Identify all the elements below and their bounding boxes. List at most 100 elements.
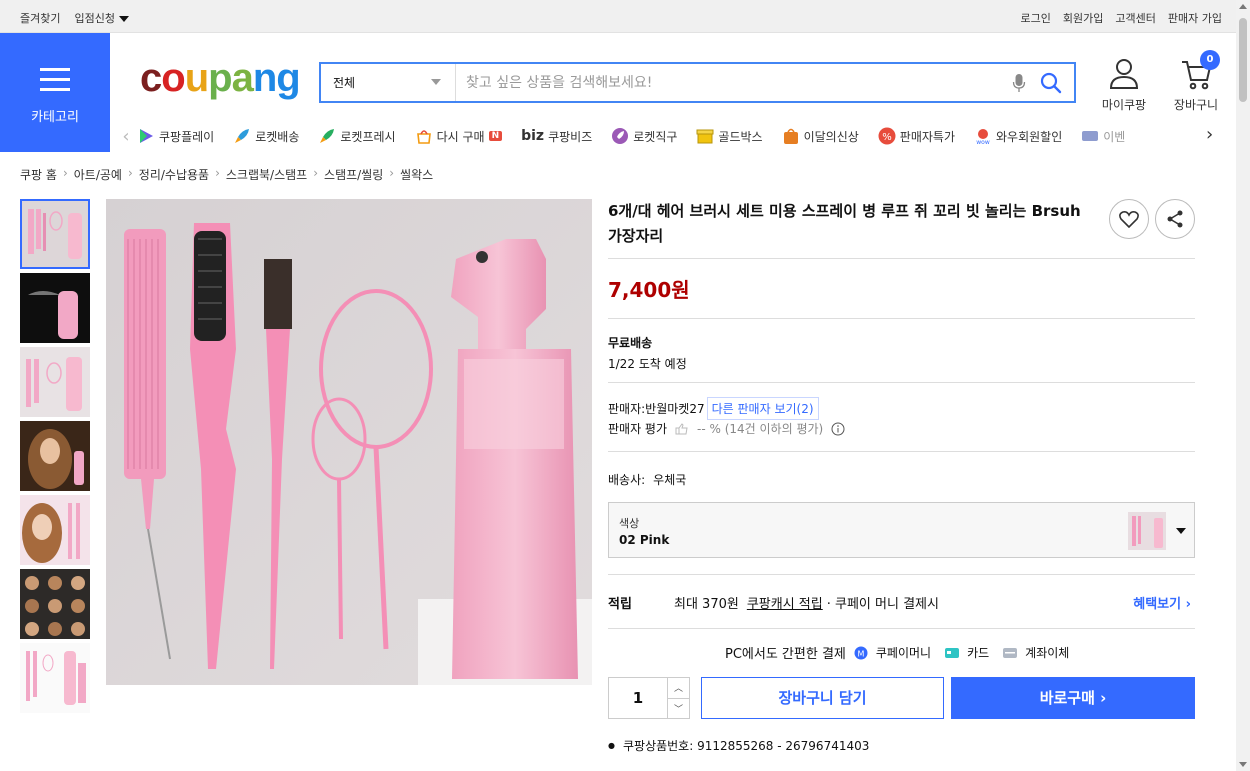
search-bar: 전체	[319, 62, 1076, 103]
breadcrumb-item[interactable]: 아트/공예	[74, 166, 122, 183]
new-bag-icon	[783, 128, 798, 144]
nav-item-label: 쿠팡플레이	[159, 129, 215, 144]
user-icon	[1109, 59, 1139, 89]
buy-now-button[interactable]: 바로구매 ›	[951, 677, 1195, 719]
nav-item-new-arrivals[interactable]: 이달의신상	[782, 127, 859, 145]
thumbnail-image[interactable]	[20, 421, 90, 491]
thumbnail-image[interactable]	[20, 273, 90, 343]
thumbnail-image[interactable]	[20, 643, 90, 713]
top-bar: 즐겨찾기 입점신청 로그인 회원가입 고객센터 판매자 가입	[0, 0, 1236, 33]
product-main-image[interactable]	[106, 199, 592, 685]
benefit-link[interactable]: 혜택보기 ›	[1133, 593, 1191, 612]
rebuy-icon	[416, 130, 431, 144]
search-category-select[interactable]: 전체	[321, 64, 456, 101]
page-scrollbar[interactable]	[1236, 0, 1250, 771]
microphone-icon[interactable]	[1012, 73, 1026, 93]
seller-rating-label: 판매자 평가	[608, 422, 668, 436]
nav-item-event[interactable]: 이벤	[1081, 127, 1125, 145]
thumbnail-image[interactable]	[20, 495, 90, 565]
login-link[interactable]: 로그인	[1021, 10, 1051, 26]
service-nav: ‹ 쿠팡플레이 로켓배송 로켓프레시 다시 구매 N biz 쿠팡비즈 로켓직구…	[115, 122, 1225, 150]
nav-item-label: 이달의신상	[803, 129, 859, 144]
option-thumbnail	[1128, 512, 1166, 550]
signup-link[interactable]: 회원가입	[1063, 10, 1103, 26]
add-to-cart-button[interactable]: 장바구니 담기	[701, 677, 944, 719]
cart-button[interactable]: 장바구니 0	[1166, 50, 1226, 113]
nav-item-label: 로켓직구	[633, 129, 678, 144]
search-icon[interactable]	[1040, 72, 1062, 94]
nav-next-icon[interactable]: ›	[1206, 124, 1213, 145]
seller-signup-link[interactable]: 판매자 가입	[1168, 10, 1222, 26]
mypage-button[interactable]: 마이쿠팡	[1094, 58, 1154, 113]
nav-item-label: 다시 구매	[436, 129, 485, 144]
nav-item-label: 와우회원할인	[996, 129, 1063, 144]
share-button[interactable]	[1155, 199, 1195, 239]
nav-item-wow-discount[interactable]: wow 와우회원할인	[974, 127, 1062, 145]
product-info: 6개/대 헤어 브러시 세트 미용 스프레이 병 루프 쥐 꼬리 빗 놀리는 B…	[608, 199, 1195, 753]
payment-method: 쿠페이머니	[875, 646, 932, 660]
seller-name[interactable]: 반월마켓27	[645, 400, 704, 417]
percent-icon: %	[878, 127, 896, 145]
category-menu-button[interactable]: 카테고리	[0, 33, 110, 152]
wishlist-button[interactable]	[1109, 199, 1149, 239]
other-sellers-button[interactable]: 다른 판매자 보기(2)	[706, 397, 819, 420]
card-icon	[945, 647, 960, 658]
seller-label: 판매자:	[608, 402, 646, 416]
breadcrumb-item[interactable]: 씰왁스	[400, 166, 433, 183]
quantity-decrease-button[interactable]: ﹀	[668, 699, 689, 719]
search-input[interactable]	[456, 64, 1012, 101]
scroll-up-icon[interactable]	[1239, 4, 1247, 9]
nav-prev-icon[interactable]: ‹	[115, 126, 137, 147]
nav-item-label: 쿠팡비즈	[548, 129, 593, 144]
thumbnail-list	[20, 199, 90, 717]
coupang-logo[interactable]: coupang	[140, 56, 301, 101]
thumbnail-image[interactable]	[20, 347, 90, 417]
color-option-select[interactable]: 색상 02 Pink	[608, 502, 1195, 558]
scrollbar-thumb[interactable]	[1239, 18, 1247, 102]
hamburger-icon	[40, 68, 70, 98]
payment-row: PC에서도 간편한 결제 M 쿠페이머니 카드 계좌이체	[725, 643, 1069, 662]
quantity-increase-button[interactable]: ︿	[668, 678, 689, 699]
nav-item-rocket-global[interactable]: 로켓직구	[611, 127, 677, 145]
thumbnail-image[interactable]	[20, 199, 90, 269]
mypage-label: 마이쿠팡	[1101, 98, 1147, 112]
nav-item-rocket-fresh[interactable]: 로켓프레시	[318, 127, 396, 145]
nav-item-goldbox[interactable]: 골드박스	[696, 127, 763, 145]
chevron-right-icon: ›	[62, 166, 68, 180]
rocket-icon	[235, 129, 250, 143]
customer-center-link[interactable]: 고객센터	[1115, 10, 1155, 26]
nav-item-coupang-play[interactable]: 쿠팡플레이	[137, 127, 214, 145]
favorites-link[interactable]: 즐겨찾기	[20, 10, 60, 26]
payment-method: 계좌이체	[1025, 646, 1070, 660]
nav-item-rocket[interactable]: 로켓배송	[233, 127, 299, 145]
wow-icon: wow	[976, 129, 990, 145]
nav-item-label: 로켓배송	[255, 129, 300, 144]
breadcrumb-item[interactable]: 정리/수납용품	[139, 166, 209, 183]
nav-item-label: 로켓프레시	[340, 129, 396, 144]
breadcrumb-item[interactable]: 쿠팡 홈	[20, 166, 57, 183]
scroll-down-icon[interactable]	[1239, 762, 1247, 767]
breadcrumb-item[interactable]: 스크랩북/스탬프	[226, 166, 307, 183]
coupang-cash-link[interactable]: 쿠팡캐시 적립	[747, 593, 823, 612]
coupay-icon: M	[854, 646, 868, 659]
nav-item-biz[interactable]: biz 쿠팡비즈	[521, 128, 592, 145]
chevron-right-icon: ›	[389, 166, 395, 180]
vendor-apply-label: 입점신청	[74, 12, 115, 25]
nav-item-seller-deals[interactable]: % 판매자특가	[878, 127, 955, 145]
chevron-right-icon: ›	[127, 166, 133, 180]
quantity-value[interactable]: 1	[609, 678, 667, 718]
reward-label: 적립	[608, 597, 632, 612]
product-price: 7,400원	[608, 278, 690, 302]
breadcrumb-item[interactable]: 스탬프/씰링	[324, 166, 383, 183]
thumbs-up-icon	[675, 422, 688, 434]
nav-item-rebuy[interactable]: 다시 구매 N	[415, 127, 503, 145]
seller-rating-row: 판매자 평가 -- % (14건 이하의 평가)	[608, 420, 845, 437]
heart-icon	[1119, 211, 1139, 228]
payment-method: 카드	[967, 646, 990, 660]
carrier-row: 배송사: 우체국	[608, 471, 686, 488]
product-title: 6개/대 헤어 브러시 세트 미용 스프레이 병 루프 쥐 꼬리 빗 놀리는 B…	[608, 202, 1081, 245]
vendor-apply-link[interactable]: 입점신청	[74, 10, 129, 26]
rocket-global-icon	[612, 128, 629, 144]
thumbnail-image[interactable]	[20, 569, 90, 639]
info-icon[interactable]	[831, 422, 845, 436]
